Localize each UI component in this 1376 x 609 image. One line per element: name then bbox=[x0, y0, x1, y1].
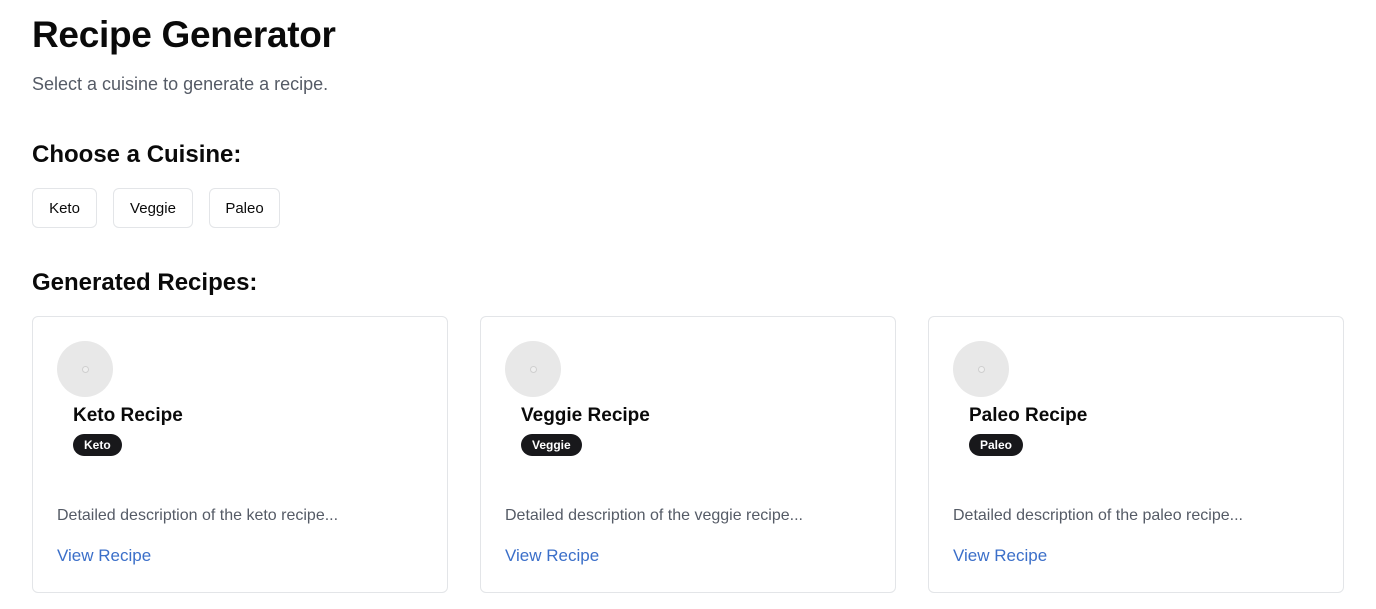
cuisine-badge: Veggie bbox=[521, 434, 582, 456]
cuisine-section-heading: Choose a Cuisine: bbox=[32, 141, 242, 168]
image-placeholder-icon bbox=[505, 341, 561, 397]
cuisine-badge: Keto bbox=[73, 434, 122, 456]
image-placeholder-dot bbox=[529, 365, 537, 373]
view-recipe-link[interactable]: View Recipe bbox=[953, 546, 1047, 566]
recipe-card-title: Keto Recipe bbox=[73, 405, 183, 426]
recipe-card-list: Keto Recipe Keto Detailed description of… bbox=[32, 316, 1344, 593]
cuisine-badge: Paleo bbox=[969, 434, 1024, 456]
keto-cuisine-button[interactable]: Keto bbox=[32, 188, 97, 228]
recipe-generator-page: Recipe Generator Select a cuisine to gen… bbox=[0, 0, 1376, 609]
page-subtitle: Select a cuisine to generate a recipe. bbox=[32, 74, 329, 94]
recipes-section-heading: Generated Recipes: bbox=[32, 269, 258, 296]
page-title: Recipe Generator bbox=[32, 14, 336, 55]
cuisine-button-group: Keto Veggie Paleo bbox=[32, 188, 280, 228]
recipe-card-description: Detailed description of the keto recipe.… bbox=[57, 507, 339, 524]
image-placeholder-dot bbox=[977, 365, 985, 373]
view-recipe-link[interactable]: View Recipe bbox=[57, 546, 151, 566]
recipe-card-title: Paleo Recipe bbox=[969, 405, 1088, 426]
recipe-card-veggie: Veggie Recipe Veggie Detailed descriptio… bbox=[480, 316, 896, 593]
veggie-cuisine-button[interactable]: Veggie bbox=[113, 188, 193, 228]
recipe-card-paleo: Paleo Recipe Paleo Detailed description … bbox=[928, 316, 1344, 593]
recipe-card-description: Detailed description of the veggie recip… bbox=[505, 507, 803, 524]
recipe-card-title: Veggie Recipe bbox=[521, 405, 650, 426]
image-placeholder-dot bbox=[81, 365, 89, 373]
recipe-card-keto: Keto Recipe Keto Detailed description of… bbox=[32, 316, 448, 593]
image-placeholder-icon bbox=[953, 341, 1009, 397]
recipe-card-description: Detailed description of the paleo recipe… bbox=[953, 507, 1243, 524]
paleo-cuisine-button[interactable]: Paleo bbox=[209, 188, 280, 228]
view-recipe-link[interactable]: View Recipe bbox=[505, 546, 599, 566]
image-placeholder-icon bbox=[57, 341, 113, 397]
